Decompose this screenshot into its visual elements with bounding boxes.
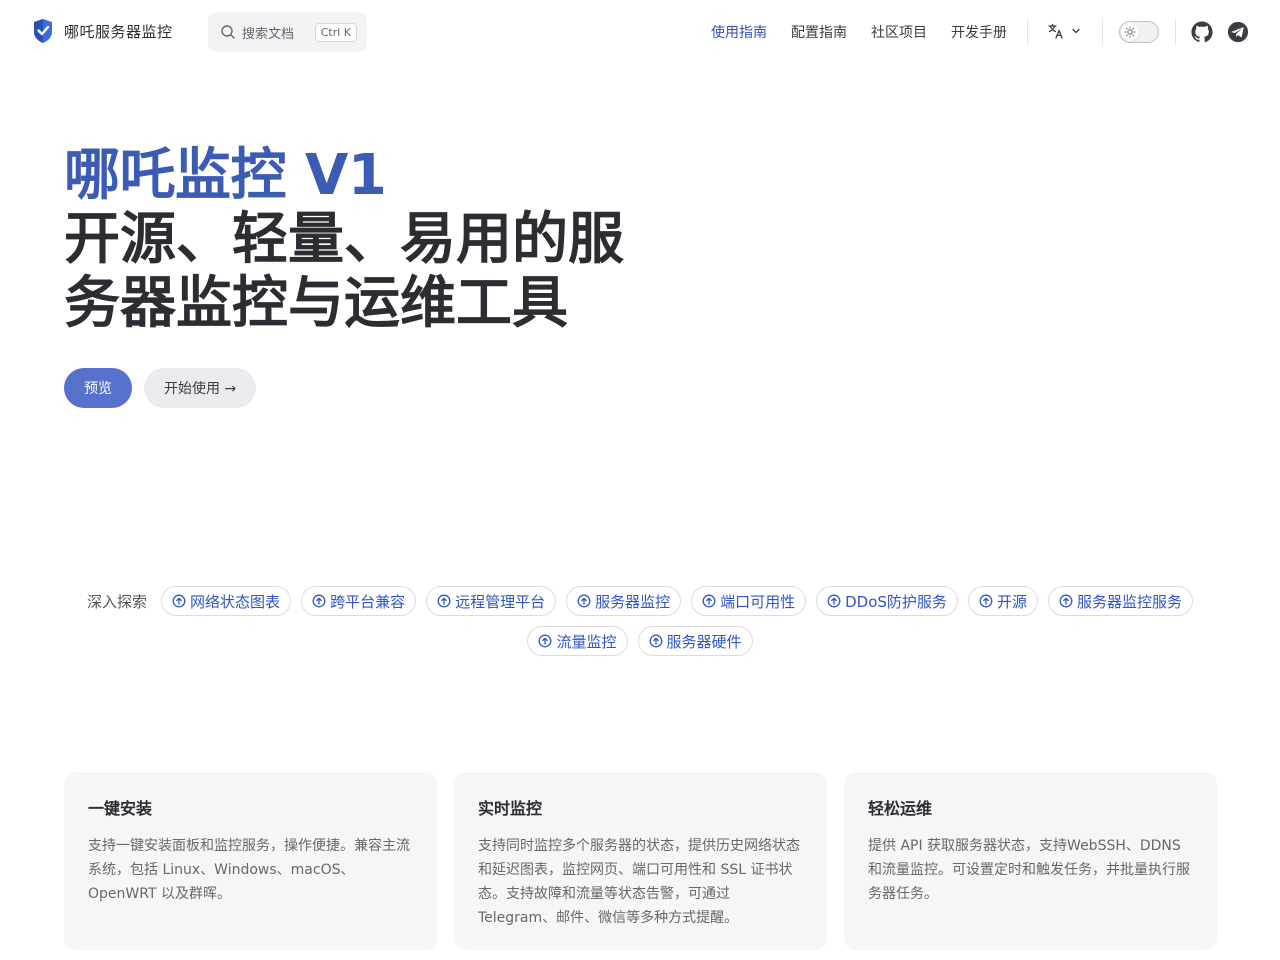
nav-divider	[1175, 19, 1176, 45]
explore-tag-label: 开源	[996, 592, 1027, 611]
feature-title: 实时监控	[478, 799, 543, 818]
explore-tag[interactable]: 端口可用性	[691, 586, 807, 616]
arrow-up-circle-icon	[577, 594, 591, 608]
arrow-up-circle-icon	[827, 594, 841, 608]
explore-tag[interactable]: 服务器硬件	[637, 626, 753, 656]
features-section: 一键安装 支持一键安装面板和监控服务，操作便捷。兼容主流系统，包括 Linux、…	[64, 772, 1217, 950]
telegram-icon[interactable]	[1227, 21, 1249, 43]
explore-tag[interactable]: 流量监控	[527, 626, 628, 656]
hero-actions: 预览 开始使用 →	[64, 368, 257, 408]
arrow-up-circle-icon	[172, 594, 186, 608]
chevron-down-icon	[1072, 28, 1080, 34]
arrow-up-circle-icon	[979, 594, 993, 608]
hero-title: 哪吒监控 V1	[64, 143, 387, 208]
explore-tag[interactable]: 服务器监控服务	[1047, 586, 1193, 616]
arrow-up-circle-icon	[702, 594, 716, 608]
search-shortcut: Ctrl K	[314, 22, 357, 42]
preview-button[interactable]: 预览	[64, 368, 132, 408]
explore-tag-label: 跨平台兼容	[330, 592, 406, 611]
get-started-button[interactable]: 开始使用 →	[144, 368, 257, 408]
theme-toggle[interactable]	[1119, 21, 1159, 43]
translate-icon	[1048, 23, 1063, 39]
explore-tag-label: 流量监控	[556, 632, 617, 651]
explore-tags: 深入探索 网络状态图表 跨平台兼容 远程管理平台 服务器监控 端口可用性 DDo…	[64, 586, 1216, 656]
nav-link-guide[interactable]: 使用指南	[711, 22, 767, 42]
arrow-up-circle-icon	[1059, 594, 1073, 608]
hero-tagline: 开源、轻量、易用的服务器监控与运维工具	[64, 207, 624, 336]
nav-link-dev[interactable]: 开发手册	[951, 22, 1007, 42]
explore-tag-label: 服务器硬件	[666, 632, 742, 651]
nav-divider	[1102, 19, 1103, 45]
language-menu[interactable]	[1047, 22, 1081, 40]
top-nav: 哪吒服务器监控 搜索文档 Ctrl K 使用指南 配置指南 社区项目 开发手册	[0, 0, 1280, 64]
feature-description: 提供 API 获取服务器状态，支持WebSSH、DDNS 和流量监控。可设置定时…	[868, 838, 1190, 902]
explore-tag[interactable]: 开源	[967, 586, 1038, 616]
brand-name: 哪吒服务器监控	[64, 22, 173, 41]
feature-card: 实时监控 支持同时监控多个服务器的状态，提供历史网络状态和延迟图表，监控网页、端…	[454, 772, 827, 950]
explore-tag[interactable]: 服务器监控	[566, 586, 682, 616]
nav-link-config[interactable]: 配置指南	[791, 22, 847, 42]
arrow-up-circle-icon	[312, 594, 326, 608]
feature-description: 支持同时监控多个服务器的状态，提供历史网络状态和延迟图表，监控网页、端口可用性和…	[478, 838, 800, 926]
explore-tag[interactable]: DDoS防护服务	[816, 586, 958, 616]
explore-section: 深入探索 网络状态图表 跨平台兼容 远程管理平台 服务器监控 端口可用性 DDo…	[64, 586, 1216, 656]
theme-toggle-knob	[1121, 23, 1139, 41]
feature-title: 轻松运维	[868, 799, 933, 818]
github-icon[interactable]	[1191, 21, 1213, 43]
logo-icon	[34, 19, 52, 43]
explore-tag-label: DDoS防护服务	[845, 592, 947, 611]
arrow-up-circle-icon	[539, 634, 552, 648]
brand-link[interactable]: 哪吒服务器监控	[32, 18, 173, 44]
feature-card: 一键安装 支持一键安装面板和监控服务，操作便捷。兼容主流系统，包括 Linux、…	[64, 772, 437, 950]
feature-description: 支持一键安装面板和监控服务，操作便捷。兼容主流系统，包括 Linux、Windo…	[88, 838, 410, 902]
sun-icon	[1124, 26, 1136, 38]
explore-tag[interactable]: 远程管理平台	[426, 586, 557, 616]
nav-links: 使用指南 配置指南 社区项目 开发手册	[711, 22, 1007, 42]
explore-tag[interactable]: 网络状态图表	[161, 586, 292, 616]
explore-tag-label: 服务器监控	[595, 592, 671, 611]
nav-divider	[1027, 19, 1028, 45]
arrow-up-circle-icon	[649, 634, 662, 648]
nav-link-community[interactable]: 社区项目	[871, 22, 927, 42]
explore-label: 深入探索	[87, 592, 148, 611]
arrow-up-circle-icon	[437, 594, 451, 608]
search-placeholder: 搜索文档	[242, 26, 295, 42]
explore-tag[interactable]: 跨平台兼容	[301, 586, 417, 616]
search-button[interactable]: 搜索文档 Ctrl K	[208, 12, 367, 52]
feature-card: 轻松运维 提供 API 获取服务器状态，支持WebSSH、DDNS 和流量监控。…	[844, 772, 1217, 950]
explore-tag-label: 服务器监控服务	[1076, 592, 1182, 611]
feature-title: 一键安装	[88, 799, 153, 818]
search-icon	[221, 25, 235, 39]
explore-tag-label: 远程管理平台	[455, 592, 546, 611]
explore-tag-label: 端口可用性	[720, 592, 796, 611]
explore-tag-label: 网络状态图表	[190, 592, 281, 611]
